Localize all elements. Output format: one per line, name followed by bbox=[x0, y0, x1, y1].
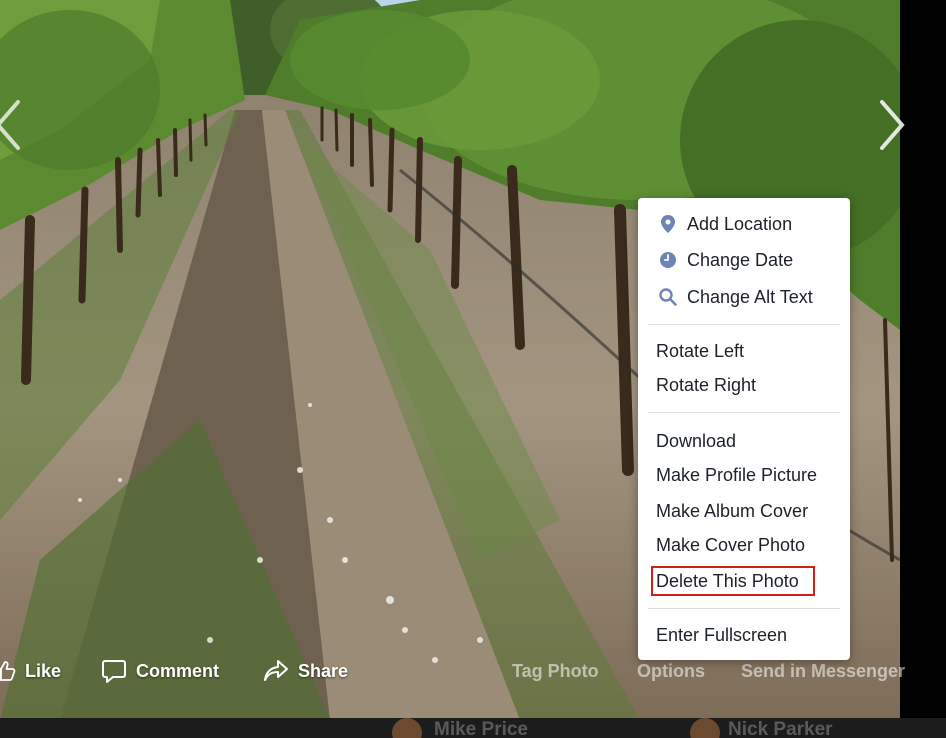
chevron-right-icon bbox=[880, 100, 905, 150]
menu-divider bbox=[648, 412, 840, 413]
menu-item-label: Make Album Cover bbox=[656, 500, 809, 521]
menu-divider bbox=[648, 608, 840, 609]
search-icon bbox=[658, 287, 678, 307]
menu-item-label: Delete This Photo bbox=[656, 570, 799, 591]
tag-photo-button[interactable]: Tag Photo bbox=[512, 652, 599, 690]
menu-item-label: Rotate Right bbox=[656, 374, 757, 395]
menu-item-label: Change Date bbox=[687, 249, 794, 270]
menu-item-add-location[interactable]: Add Location bbox=[638, 207, 850, 241]
menu-item-enter-fullscreen[interactable]: Enter Fullscreen bbox=[638, 618, 850, 652]
menu-item-label: Add Location bbox=[687, 213, 793, 234]
menu-item-label: Make Cover Photo bbox=[656, 534, 806, 555]
like-label: Like bbox=[25, 660, 62, 681]
previous-photo-button[interactable] bbox=[0, 96, 26, 154]
menu-item-label: Make Profile Picture bbox=[656, 464, 818, 485]
avatar bbox=[690, 718, 720, 738]
location-pin-icon bbox=[658, 214, 678, 234]
menu-item-label: Enter Fullscreen bbox=[656, 624, 788, 645]
menu-item-make-cover-photo[interactable]: Make Cover Photo bbox=[638, 528, 850, 562]
menu-item-rotate-right[interactable]: Rotate Right bbox=[638, 368, 850, 402]
options-menu: Add Location Change Date Change Alt Text bbox=[638, 198, 850, 660]
bottom-comment-strip: Mike Price Nick Parker bbox=[0, 718, 946, 738]
menu-item-delete-this-photo[interactable]: Delete This Photo bbox=[638, 564, 850, 598]
share-label: Share bbox=[298, 660, 349, 681]
menu-item-download[interactable]: Download bbox=[638, 424, 850, 458]
menu-item-change-date[interactable]: Change Date bbox=[638, 243, 850, 277]
photo-viewer: Like Comment Share Tag Photo Options Sen… bbox=[0, 0, 946, 738]
avatar bbox=[392, 718, 422, 738]
chevron-left-icon bbox=[0, 100, 20, 150]
next-photo-button[interactable] bbox=[874, 96, 908, 154]
menu-item-label: Rotate Left bbox=[656, 340, 745, 361]
commenter-name: Mike Price bbox=[434, 719, 528, 738]
like-button[interactable]: Like bbox=[0, 652, 61, 690]
share-button[interactable]: Share bbox=[263, 652, 348, 690]
comment-button[interactable]: Comment bbox=[101, 652, 219, 690]
menu-item-make-album-cover[interactable]: Make Album Cover bbox=[638, 494, 850, 528]
menu-item-label: Download bbox=[656, 430, 737, 451]
thumbs-up-icon bbox=[0, 661, 16, 681]
comment-bubble-icon bbox=[102, 660, 126, 683]
menu-item-make-profile-picture[interactable]: Make Profile Picture bbox=[638, 458, 850, 492]
comment-label: Comment bbox=[136, 660, 220, 681]
menu-item-rotate-left[interactable]: Rotate Left bbox=[638, 334, 850, 368]
share-arrow-icon bbox=[264, 660, 288, 681]
commenter-name: Nick Parker bbox=[728, 719, 833, 738]
menu-item-label: Change Alt Text bbox=[687, 286, 813, 307]
clock-icon bbox=[658, 250, 678, 270]
menu-divider bbox=[648, 324, 840, 325]
menu-item-change-alt-text[interactable]: Change Alt Text bbox=[638, 280, 850, 314]
